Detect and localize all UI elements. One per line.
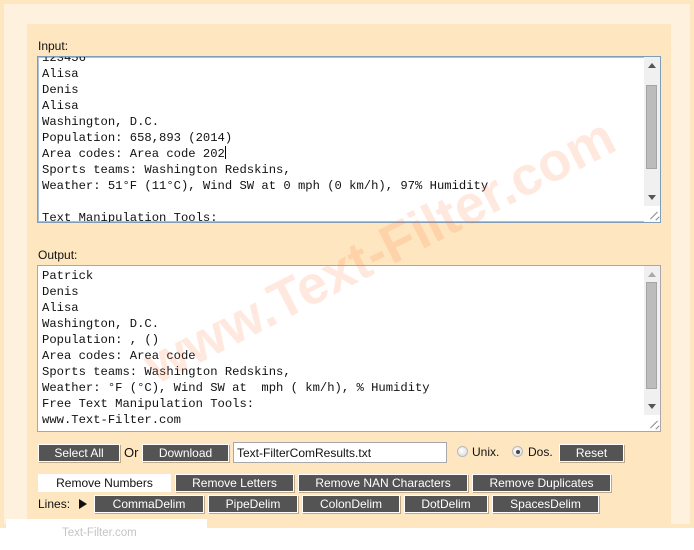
text-caret	[224, 146, 226, 159]
text-line: Patrick	[42, 269, 94, 283]
text-line: Washington, D.C.	[42, 317, 160, 331]
text-line: Weather: 51°F (11°C), Wind SW at 0 mph (…	[42, 179, 489, 193]
filename-input[interactable]	[233, 442, 447, 463]
footer-text: Text-Filter.com	[62, 527, 137, 539]
select-all-button[interactable]: Select All	[38, 444, 120, 462]
text-line: Area codes: Area code 202	[42, 146, 226, 161]
text-line: 123456	[42, 56, 86, 65]
unix-label: Unix.	[472, 445, 500, 459]
unix-radio[interactable]	[457, 446, 468, 457]
resize-grip-icon[interactable]	[644, 415, 660, 431]
lines-label: Lines:	[38, 497, 71, 511]
output-label: Output:	[38, 248, 78, 262]
colon-delim-button[interactable]: ColonDelim	[302, 495, 400, 513]
remove-numbers-button[interactable]: Remove Numbers	[38, 474, 171, 492]
scroll-up-arrow-icon[interactable]	[648, 272, 656, 277]
scroll-down-arrow-icon[interactable]	[648, 195, 656, 200]
text-line: Population: , ()	[42, 333, 160, 347]
text-line: Free Text Manipulation Tools:	[42, 397, 255, 411]
remove-nan-characters-button[interactable]: Remove NAN Characters	[298, 474, 468, 492]
output-scrollbar[interactable]	[644, 266, 660, 415]
text-line: Denis	[42, 83, 79, 97]
spaces-delim-button[interactable]: SpacesDelim	[492, 495, 599, 513]
reset-button[interactable]: Reset	[559, 444, 624, 462]
text-line: Washington, D.C.	[42, 115, 160, 129]
resize-grip-icon[interactable]	[644, 206, 660, 222]
output-textarea[interactable]: Patrick Denis Alisa Washington, D.C. Populat…	[37, 265, 661, 432]
remove-letters-button[interactable]: Remove Letters	[175, 474, 294, 492]
text-line: Text Manipulation Tools:	[42, 211, 218, 223]
footer: Text-Filter.com	[6, 519, 207, 550]
input-text: 123456 Alisa Denis Alisa Washington, D.C. Pop…	[42, 56, 642, 223]
text-line: Weather: °F (°C), Wind SW at mph ( km/h)…	[42, 381, 430, 395]
text-line: Alisa	[42, 67, 79, 81]
input-label: Input:	[38, 39, 69, 53]
output-text: Patrick Denis Alisa Washington, D.C. Populat…	[42, 268, 642, 428]
remove-duplicates-button[interactable]: Remove Duplicates	[472, 474, 611, 492]
play-arrow-icon	[79, 499, 87, 509]
text-line: www.Text-Filter.com	[42, 413, 181, 427]
or-label: Or	[124, 445, 139, 460]
text-line: Population: 658,893 (2014)	[42, 131, 233, 145]
scroll-down-arrow-icon[interactable]	[648, 404, 656, 409]
text-line: Sports teams: Washington Redskins,	[42, 365, 291, 379]
comma-delim-button[interactable]: CommaDelim	[94, 495, 204, 513]
input-textarea[interactable]: 123456 Alisa Denis Alisa Washington, D.C. Pop…	[37, 56, 661, 223]
text-line: Sports teams: Washington Redskins,	[42, 163, 291, 177]
pipe-delim-button[interactable]: PipeDelim	[208, 495, 298, 513]
output-scroll-thumb[interactable]	[646, 282, 657, 389]
scroll-up-arrow-icon[interactable]	[648, 63, 656, 68]
text-line	[42, 194, 642, 210]
input-scrollbar[interactable]	[644, 57, 660, 206]
text-line: Denis	[42, 285, 79, 299]
download-button[interactable]: Download	[142, 444, 229, 462]
dos-radio[interactable]	[512, 446, 523, 457]
input-scroll-thumb[interactable]	[646, 85, 657, 169]
dot-delim-button[interactable]: DotDelim	[404, 495, 488, 513]
text-line: Alisa	[42, 301, 79, 315]
dos-label: Dos.	[528, 445, 553, 459]
text-line: Area codes: Area code	[42, 349, 203, 363]
text-line: Alisa	[42, 99, 79, 113]
